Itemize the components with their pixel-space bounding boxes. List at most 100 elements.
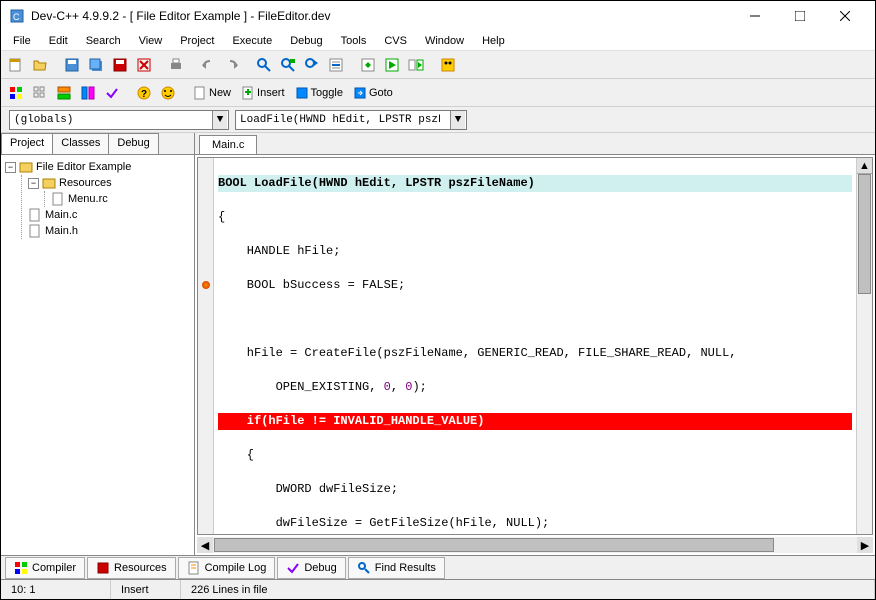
compile-run-icon[interactable]: [405, 54, 427, 76]
compile-icon[interactable]: [357, 54, 379, 76]
save-icon[interactable]: [61, 54, 83, 76]
resources-icon: [96, 561, 110, 575]
save-all-icon[interactable]: [85, 54, 107, 76]
new-button[interactable]: New: [189, 82, 235, 104]
minimize-button[interactable]: [732, 2, 777, 30]
vertical-scrollbar[interactable]: ▲: [856, 158, 872, 534]
code-content[interactable]: BOOL LoadFile(HWND hEdit, LPSTR pszFileN…: [214, 158, 856, 534]
debug-check-icon: [286, 561, 300, 575]
tab-resources[interactable]: Resources: [87, 557, 176, 579]
replace-icon[interactable]: [277, 54, 299, 76]
tile-h-icon[interactable]: [53, 82, 75, 104]
grid-icon[interactable]: [29, 82, 51, 104]
insert-icon: [241, 86, 255, 100]
bookmark-icon: [295, 86, 309, 100]
window-title: Dev-C++ 4.9.9.2 - [ File Editor Example …: [31, 9, 732, 23]
about-icon[interactable]: [157, 82, 179, 104]
run-icon[interactable]: [381, 54, 403, 76]
find-icon[interactable]: [253, 54, 275, 76]
file-icon: [28, 208, 42, 222]
search-icon: [357, 561, 371, 575]
save-project-icon[interactable]: [109, 54, 131, 76]
tab-find-results[interactable]: Find Results: [348, 557, 445, 579]
tree-file-menu-rc[interactable]: Menu.rc: [51, 191, 190, 207]
collapse-icon[interactable]: −: [5, 162, 16, 173]
debug-icon[interactable]: [437, 54, 459, 76]
goto-button[interactable]: Goto: [349, 82, 397, 104]
breakpoint-icon[interactable]: [202, 281, 210, 289]
output-tabs: Compiler Resources Compile Log Debug Fin…: [1, 555, 875, 579]
menu-view[interactable]: View: [131, 33, 171, 49]
tab-compiler[interactable]: Compiler: [5, 557, 85, 579]
print-icon[interactable]: [165, 54, 187, 76]
navigation-bar: (globals) ▼ LoadFile(HWND hEdit, LPSTR p…: [1, 107, 875, 133]
file-icon: [28, 224, 42, 238]
check-icon[interactable]: [101, 82, 123, 104]
new-project-icon[interactable]: [5, 54, 27, 76]
help-icon[interactable]: ?: [133, 82, 155, 104]
tree-root[interactable]: − File Editor Example: [5, 159, 190, 175]
close-file-icon[interactable]: [133, 54, 155, 76]
menubar: File Edit Search View Project Execute De…: [1, 31, 875, 51]
horizontal-scrollbar[interactable]: ◀ ▶: [197, 537, 873, 553]
scroll-left-icon[interactable]: ◀: [197, 537, 213, 553]
svg-text:?: ?: [141, 89, 147, 100]
menu-cvs[interactable]: CVS: [376, 33, 415, 49]
function-dropdown[interactable]: LoadFile(HWND hEdit, LPSTR pszFileName) …: [235, 110, 467, 130]
editor-area: Main.c BOOL LoadFile(HWND hEdit, LPSTR p…: [195, 133, 875, 555]
status-mode: Insert: [111, 580, 181, 599]
menu-project[interactable]: Project: [172, 33, 222, 49]
palette-icon[interactable]: [5, 82, 27, 104]
tab-debug-output[interactable]: Debug: [277, 557, 345, 579]
main-area: Project Classes Debug − File Editor Exam…: [1, 133, 875, 555]
folder-icon: [42, 176, 56, 190]
chevron-down-icon: ▼: [450, 111, 465, 129]
redo-icon[interactable]: [221, 54, 243, 76]
menu-edit[interactable]: Edit: [41, 33, 76, 49]
editor-tab-main-c[interactable]: Main.c: [199, 135, 257, 154]
scroll-up-icon[interactable]: ▲: [857, 158, 872, 174]
toggle-button[interactable]: Toggle: [291, 82, 347, 104]
collapse-icon[interactable]: −: [28, 178, 39, 189]
statusbar: 10: 1 Insert 226 Lines in file: [1, 579, 875, 599]
tree-folder-resources[interactable]: − Resources: [28, 175, 190, 191]
log-icon: [187, 561, 201, 575]
project-tree[interactable]: − File Editor Example − Resources Menu.r…: [1, 155, 194, 555]
toolbar-main: [1, 51, 875, 79]
tree-file-main-h[interactable]: Main.h: [28, 223, 190, 239]
open-icon[interactable]: [29, 54, 51, 76]
tree-file-main-c[interactable]: Main.c: [28, 207, 190, 223]
scroll-thumb[interactable]: [214, 538, 774, 552]
menu-window[interactable]: Window: [417, 33, 472, 49]
menu-tools[interactable]: Tools: [333, 33, 375, 49]
maximize-button[interactable]: [777, 2, 822, 30]
project-icon: [19, 160, 33, 174]
find-next-icon[interactable]: [301, 54, 323, 76]
editor-tabs: Main.c: [195, 133, 875, 155]
tile-v-icon[interactable]: [77, 82, 99, 104]
menu-search[interactable]: Search: [78, 33, 129, 49]
goto-icon: [353, 86, 367, 100]
menu-file[interactable]: File: [5, 33, 39, 49]
code-editor[interactable]: BOOL LoadFile(HWND hEdit, LPSTR pszFileN…: [197, 157, 873, 535]
chevron-down-icon: ▼: [212, 111, 227, 129]
scope-dropdown[interactable]: (globals) ▼: [9, 110, 229, 130]
tab-debug[interactable]: Debug: [108, 133, 158, 154]
menu-help[interactable]: Help: [474, 33, 513, 49]
toolbar-secondary: ? New Insert Toggle Goto: [1, 79, 875, 107]
file-icon: [51, 192, 65, 206]
goto-line-icon[interactable]: [325, 54, 347, 76]
tab-compile-log[interactable]: Compile Log: [178, 557, 276, 579]
undo-icon[interactable]: [197, 54, 219, 76]
app-icon: C: [9, 8, 25, 24]
close-button[interactable]: [822, 2, 867, 30]
menu-debug[interactable]: Debug: [282, 33, 330, 49]
gutter[interactable]: [198, 158, 214, 534]
tab-project[interactable]: Project: [1, 133, 53, 154]
scroll-right-icon[interactable]: ▶: [857, 537, 873, 553]
insert-button[interactable]: Insert: [237, 82, 289, 104]
menu-execute[interactable]: Execute: [224, 33, 280, 49]
tab-classes[interactable]: Classes: [52, 133, 109, 154]
scroll-thumb[interactable]: [858, 174, 871, 294]
status-lines: 226 Lines in file: [181, 580, 875, 599]
